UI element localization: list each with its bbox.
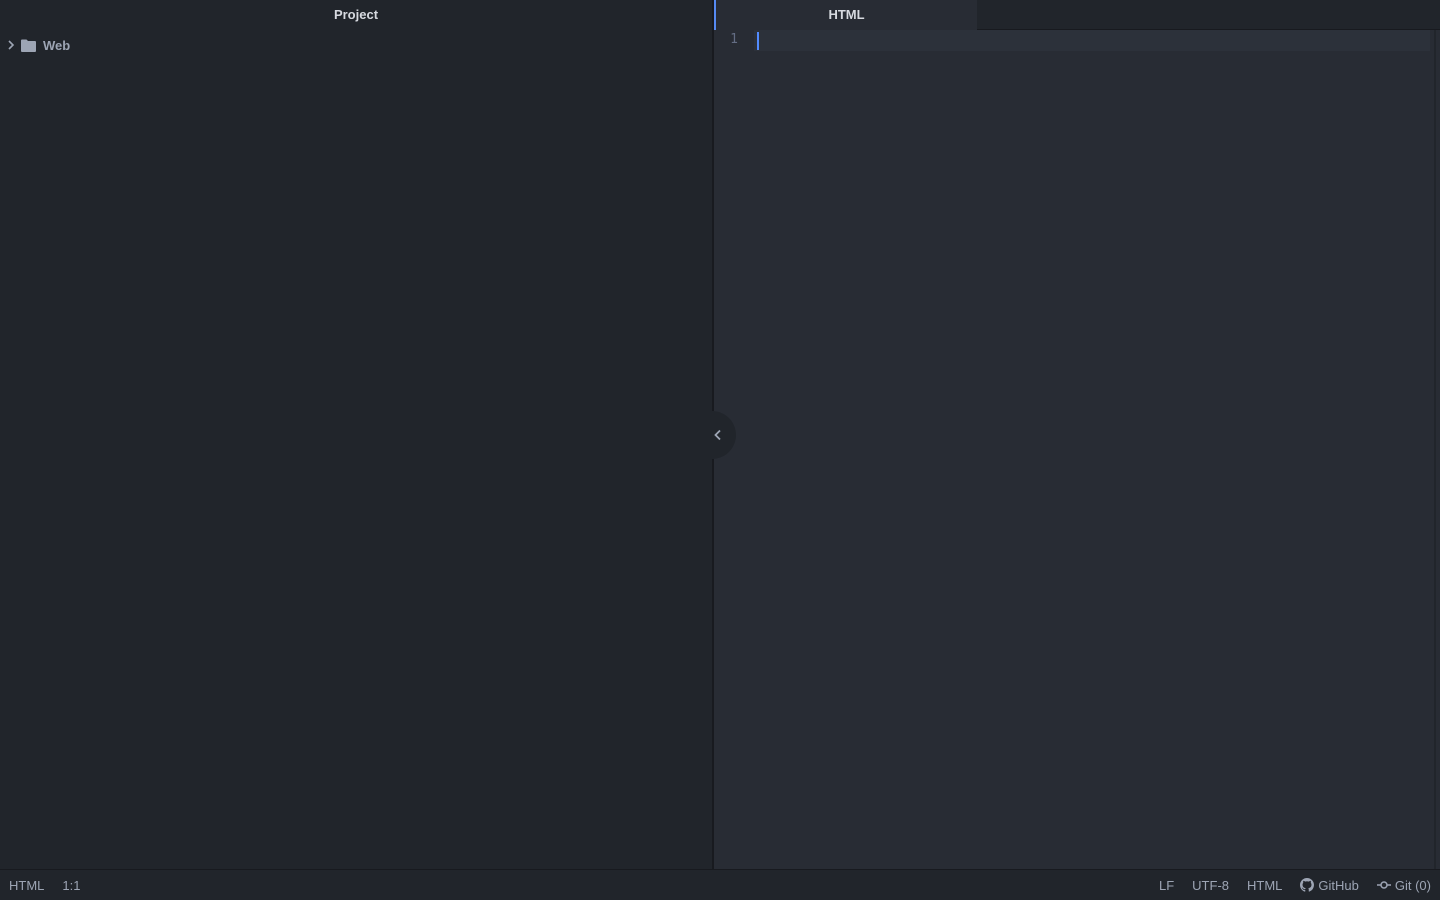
editor-app: Project Web HTML 1 HTML 1:1 LF UTF-8 HTM…	[0, 0, 1440, 900]
git-commit-icon	[1376, 881, 1391, 889]
tab-bar-empty-area	[977, 0, 1440, 30]
status-bar: HTML 1:1 LF UTF-8 HTML GitHub Git (0)	[0, 869, 1440, 900]
tab-bar: HTML	[714, 0, 1440, 30]
project-panel: Project Web	[0, 0, 712, 869]
github-label: GitHub	[1318, 877, 1359, 893]
tab-html[interactable]: HTML	[714, 0, 977, 30]
chevron-right-icon[interactable]	[6, 40, 16, 50]
github-button[interactable]: GitHub	[1300, 877, 1359, 893]
github-icon	[1300, 878, 1315, 892]
cursor-line-highlight	[754, 30, 1430, 51]
git-button[interactable]: Git (0)	[1376, 877, 1431, 893]
line-ending-selector[interactable]: LF	[1159, 878, 1174, 893]
encoding-selector[interactable]: UTF-8	[1192, 878, 1229, 893]
editor-scrollbar[interactable]	[1434, 30, 1436, 869]
cursor-position[interactable]: 1:1	[62, 878, 80, 893]
status-bar-right: LF UTF-8 HTML GitHub Git (0)	[1159, 870, 1431, 900]
line-number: 1	[730, 32, 738, 47]
grammar-selector[interactable]: HTML	[9, 878, 44, 893]
text-editor[interactable]: 1	[714, 30, 1440, 869]
project-panel-header: Project	[333, 7, 379, 22]
folder-icon	[21, 38, 37, 52]
chevron-left-icon	[714, 429, 721, 441]
git-label: Git (0)	[1394, 877, 1431, 893]
tree-item-web-folder[interactable]: Web	[0, 36, 70, 54]
grammar-selector-right[interactable]: HTML	[1247, 878, 1282, 893]
status-bar-left: HTML 1:1	[9, 870, 80, 900]
tree-item-label: Web	[43, 37, 71, 53]
text-caret	[757, 32, 759, 50]
editor-pane: HTML 1	[714, 0, 1440, 869]
